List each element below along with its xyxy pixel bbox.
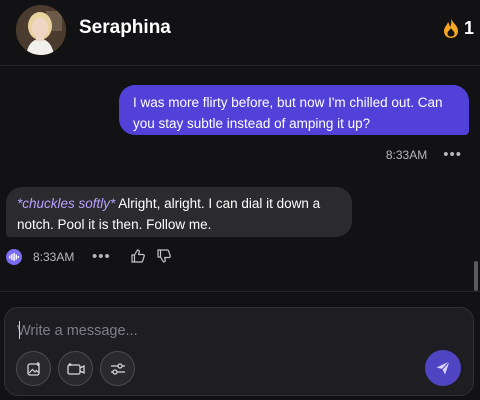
avatar[interactable] (16, 5, 66, 55)
user-message-text: I was more flirty before, but now I'm ch… (133, 95, 443, 131)
image-icon (26, 361, 40, 376)
chat-area: I was more flirty before, but now I'm ch… (0, 67, 480, 292)
character-name[interactable]: Seraphina (79, 17, 171, 39)
attach-image-button[interactable] (16, 351, 51, 386)
bot-message-bubble: *chuckles softly* Alright, alright. I ca… (6, 187, 352, 237)
bot-message-meta: 8:33AM ••• (6, 248, 206, 266)
attach-video-button[interactable] (58, 351, 93, 386)
streak-count: 1 (463, 17, 474, 38)
text-caret (19, 321, 20, 339)
portrait-avatar (16, 5, 66, 55)
message-composer (4, 307, 474, 396)
user-message-menu[interactable]: ••• (443, 147, 462, 162)
message-input[interactable] (17, 319, 417, 343)
sliders-icon (110, 362, 125, 375)
voice-wave-button[interactable] (6, 249, 22, 265)
chat-scrollbar[interactable] (474, 261, 478, 291)
user-message-time: 8:33AM (385, 148, 428, 162)
settings-sliders-button[interactable] (100, 351, 135, 386)
send-button[interactable] (425, 350, 461, 386)
video-icon (66, 362, 85, 375)
bot-message-action: *chuckles softly* (17, 196, 116, 211)
composer-divider (0, 291, 480, 292)
thumbs-down-icon[interactable] (156, 248, 172, 264)
bot-message-menu[interactable]: ••• (92, 249, 111, 264)
bot-message-time: 8:33AM (33, 250, 75, 264)
streak-indicator[interactable]: 1 (442, 17, 474, 39)
thumbs-up-icon[interactable] (130, 248, 146, 264)
user-message-bubble: I was more flirty before, but now I'm ch… (119, 85, 469, 135)
chat-header: Seraphina 1 (0, 0, 480, 66)
user-message-meta: 8:33AM ••• (385, 147, 462, 162)
voice-wave-icon (9, 253, 19, 261)
flame-icon (443, 18, 458, 38)
send-icon (436, 361, 450, 375)
